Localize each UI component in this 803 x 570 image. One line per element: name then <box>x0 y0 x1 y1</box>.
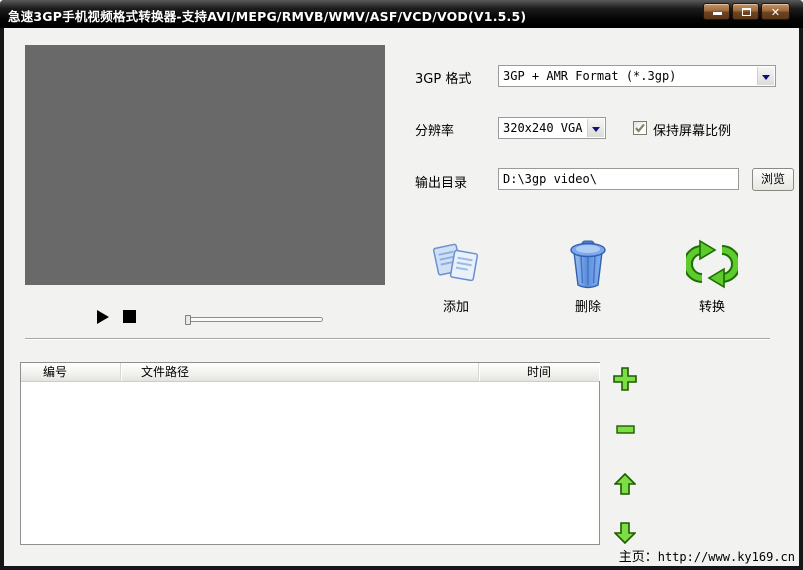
format-select[interactable]: 3GP + AMR Format (*.3gp) <box>498 65 776 87</box>
keep-aspect-label: 保持屏幕比例 <box>653 120 731 139</box>
minimize-icon <box>713 12 722 15</box>
convert-label: 转换 <box>675 296 749 315</box>
list-remove-button[interactable] <box>616 423 635 432</box>
keep-aspect-checkbox[interactable] <box>633 121 647 135</box>
arrow-down-icon <box>614 522 636 544</box>
client-area: 3GP 格式 3GP + AMR Format (*.3gp) 分辨率 320x… <box>4 28 799 566</box>
minimize-button[interactable] <box>703 3 730 20</box>
browse-button[interactable]: 浏览 <box>752 168 794 191</box>
format-selected-value: 3GP + AMR Format (*.3gp) <box>503 69 755 83</box>
titlebar: 急速3GP手机视频格式转换器-支持AVI/MEPG/RMVB/WMV/ASF/V… <box>0 0 803 28</box>
checkmark-icon <box>634 122 646 134</box>
window-title: 急速3GP手机视频格式转换器-支持AVI/MEPG/RMVB/WMV/ASF/V… <box>8 6 526 25</box>
convert-arrows-icon <box>686 236 738 292</box>
column-header-time[interactable]: 时间 <box>479 363 599 381</box>
close-button[interactable]: ✕ <box>761 3 790 20</box>
seek-slider-handle[interactable] <box>185 315 191 325</box>
chevron-down-icon <box>592 127 600 132</box>
file-list[interactable]: 编号 文件路径 时间 <box>20 362 600 545</box>
maximize-icon <box>742 8 751 16</box>
add-files-label: 添加 <box>419 296 493 315</box>
trash-icon <box>562 236 614 292</box>
column-header-filepath[interactable]: 文件路径 <box>121 363 479 381</box>
video-preview <box>25 45 385 285</box>
convert-button[interactable]: 转换 <box>675 236 749 316</box>
delete-files-label: 删除 <box>551 296 625 315</box>
arrow-up-icon <box>614 473 636 495</box>
move-up-button[interactable] <box>614 473 636 495</box>
list-add-button[interactable] <box>613 367 637 391</box>
homepage-url: http://www.ky169.cn <box>658 550 795 564</box>
output-dir-input[interactable] <box>498 168 739 190</box>
resolution-select[interactable]: 320x240 VGA <box>498 117 606 139</box>
file-list-header: 编号 文件路径 时间 <box>21 363 599 382</box>
app-window: 急速3GP手机视频格式转换器-支持AVI/MEPG/RMVB/WMV/ASF/V… <box>0 0 803 570</box>
play-button[interactable] <box>95 309 111 325</box>
add-files-button[interactable]: 添加 <box>419 236 493 316</box>
section-divider <box>25 338 770 340</box>
file-list-body[interactable] <box>21 383 599 544</box>
play-icon <box>97 310 109 324</box>
homepage-label: 主页： <box>619 550 658 565</box>
output-dir-label: 输出目录 <box>415 172 467 191</box>
format-label: 3GP 格式 <box>415 68 471 87</box>
seek-slider-track <box>185 317 323 322</box>
seek-slider[interactable] <box>185 313 323 325</box>
resolution-selected-value: 320x240 VGA <box>503 121 585 135</box>
column-header-number[interactable]: 编号 <box>21 363 121 381</box>
close-icon: ✕ <box>762 5 789 20</box>
minus-icon <box>616 425 635 434</box>
homepage-link[interactable]: 主页：http://www.ky169.cn <box>544 546 795 562</box>
resolution-label: 分辨率 <box>415 120 454 139</box>
move-down-button[interactable] <box>614 522 636 544</box>
chevron-down-icon <box>762 75 770 80</box>
resolution-dropdown-button[interactable] <box>587 119 604 137</box>
add-documents-icon <box>430 236 482 292</box>
plus-icon <box>613 367 637 391</box>
delete-files-button[interactable]: 删除 <box>551 236 625 316</box>
stop-button[interactable] <box>123 310 136 323</box>
maximize-button[interactable] <box>732 3 759 20</box>
format-dropdown-button[interactable] <box>757 67 774 85</box>
